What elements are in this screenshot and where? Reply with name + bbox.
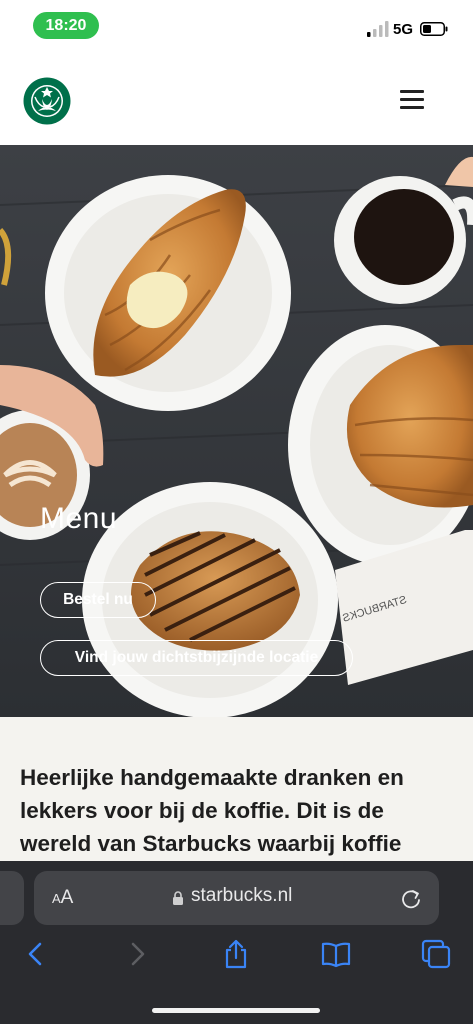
reload-icon[interactable]	[400, 887, 422, 909]
address-bar[interactable]: AA starbucks.nl	[34, 871, 439, 925]
previous-tab[interactable]	[0, 871, 24, 925]
content-section: Heerlijke handgemaakte dranken en lekker…	[0, 717, 473, 867]
menu-icon[interactable]	[400, 90, 424, 110]
site-header	[0, 50, 473, 145]
text-size-button[interactable]: AA	[52, 887, 73, 909]
network-type: 5G	[393, 21, 414, 38]
starbucks-logo[interactable]	[23, 77, 71, 125]
pastry-coffee-photo: STARBUCKS	[0, 145, 473, 717]
status-bar: 18:20 5G	[0, 0, 473, 50]
cellular-signal-icon	[367, 21, 389, 37]
browser-chrome: AA starbucks.nl	[0, 861, 473, 1024]
share-icon[interactable]	[221, 939, 251, 969]
home-indicator	[152, 1008, 320, 1013]
lock-icon	[173, 891, 183, 905]
bookmarks-icon[interactable]	[321, 939, 351, 969]
forward-icon[interactable]	[122, 939, 152, 969]
hero-banner: STARBUCKS Menu Bestel nu Vind jouw dicht…	[0, 145, 473, 717]
status-time: 18:20	[33, 12, 99, 39]
back-icon[interactable]	[21, 939, 51, 969]
tabs-icon[interactable]	[421, 939, 451, 969]
intro-text: Heerlijke handgemaakte dranken en lekker…	[20, 765, 404, 856]
hero-title: Menu	[40, 502, 118, 535]
find-location-button[interactable]: Vind jouw dichtstbijzijnde locatie	[40, 640, 353, 676]
battery-icon	[420, 22, 448, 36]
order-now-button[interactable]: Bestel nu	[40, 582, 156, 618]
url-text: starbucks.nl	[191, 885, 293, 906]
